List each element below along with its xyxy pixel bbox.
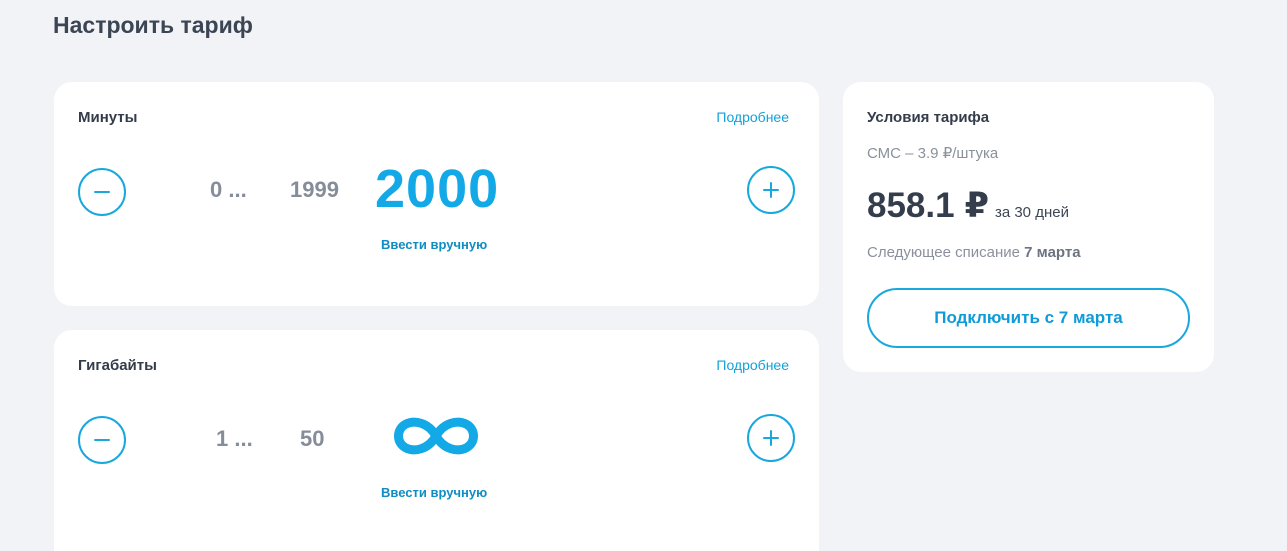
price-value: 858.1: [867, 186, 955, 225]
gigabytes-more-link[interactable]: Подробнее: [716, 357, 789, 373]
next-charge-label: Следующее списание: [867, 244, 1025, 261]
minus-icon: [94, 439, 110, 441]
gigabytes-value-first[interactable]: 1 ...: [216, 426, 253, 452]
connect-button[interactable]: Подключить с 7 марта: [867, 288, 1190, 348]
minutes-increase-button[interactable]: [747, 166, 795, 214]
gigabytes-title: Гигабайты: [78, 357, 157, 374]
gigabytes-increase-button[interactable]: [747, 414, 795, 462]
sms-price: СМС – 3.9 ₽/штука: [867, 145, 999, 162]
plus-icon: [763, 182, 779, 198]
tariff-summary-card: Условия тарифа СМС – 3.9 ₽/штука 858.1 ₽…: [843, 82, 1214, 372]
minutes-manual-entry-link[interactable]: Ввести вручную: [381, 237, 487, 252]
plus-icon: [763, 430, 779, 446]
minutes-decrease-button[interactable]: [78, 168, 126, 216]
tariff-title: Условия тарифа: [867, 109, 990, 126]
gigabytes-decrease-button[interactable]: [78, 416, 126, 464]
minutes-title: Минуты: [78, 109, 138, 126]
minutes-value-selected: 2000: [375, 159, 500, 219]
next-charge: Следующее списание 7 марта: [867, 244, 1081, 261]
page-title: Настроить тариф: [53, 12, 253, 38]
minutes-value-first[interactable]: 0 ...: [210, 177, 247, 203]
gigabytes-manual-entry-link[interactable]: Ввести вручную: [381, 485, 487, 500]
gigabytes-value-prev[interactable]: 50: [300, 426, 324, 452]
minutes-card: Минуты Подробнее 0 ... 1999 2000 Ввести …: [54, 82, 819, 306]
price-period: за 30 дней: [994, 204, 1069, 221]
minutes-more-link[interactable]: Подробнее: [716, 109, 789, 125]
next-charge-date: 7 марта: [1024, 244, 1081, 261]
minutes-value-prev[interactable]: 1999: [290, 177, 339, 203]
infinity-icon: [394, 417, 478, 455]
tariff-config-page: Настроить тариф Минуты Подробнее 0 ... 1…: [0, 0, 1287, 551]
gigabytes-card: Гигабайты Подробнее 1 ... 50 Ввести вруч…: [54, 330, 819, 551]
price-row: 858.1 ₽ за 30 дней: [867, 186, 1069, 226]
price-currency: ₽: [964, 186, 989, 225]
minus-icon: [94, 191, 110, 193]
